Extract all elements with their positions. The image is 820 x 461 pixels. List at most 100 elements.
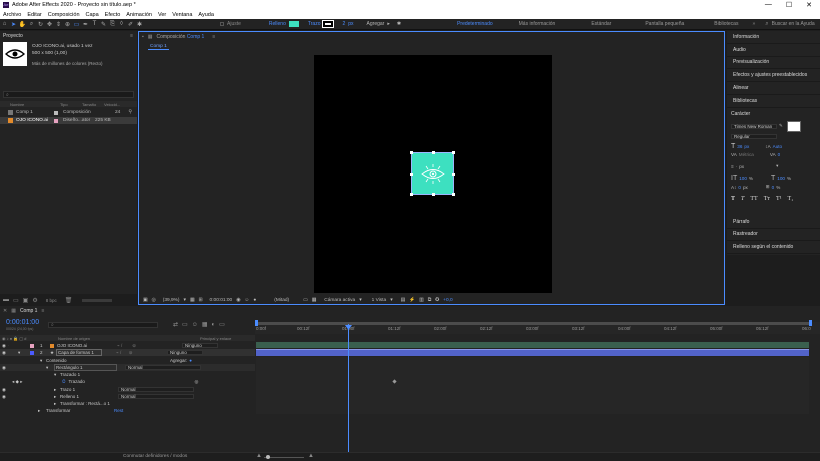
handle-mr[interactable] (452, 173, 455, 176)
zoom-in-icon[interactable]: ▲ (308, 453, 314, 459)
current-time[interactable]: 0:00:01:00 (210, 298, 233, 303)
menu-icon[interactable]: ≡ (212, 34, 215, 40)
stroke-width-value[interactable]: 2 (342, 21, 345, 27)
blend-mode-dropdown[interactable]: Normal (125, 364, 201, 371)
stroke-style-dropdown[interactable]: ▾ (776, 163, 778, 169)
prop-trazado[interactable]: ◂ ◆ ▸ ⏱ Trazado ◎ (0, 378, 255, 385)
prop-transform-rect[interactable]: ▸ Transformar : Rectá...o 1 (0, 400, 255, 407)
parent-dropdown[interactable]: Ninguno (182, 342, 218, 349)
toggle-pixel-icon[interactable]: ▤ (401, 298, 406, 303)
menu-ventana[interactable]: Ventana (169, 12, 195, 18)
shape-rectangle[interactable] (412, 153, 453, 194)
blend-mode-dropdown[interactable]: Normal (118, 386, 194, 393)
project-tab[interactable]: Proyecto ≡ (0, 31, 137, 40)
type-tool-icon[interactable]: T (90, 20, 99, 29)
work-area-bar[interactable] (257, 322, 809, 325)
timeline-search[interactable]: ⌕ (48, 322, 158, 328)
help-search-input[interactable]: Buscar en la Ayuda (772, 21, 815, 27)
handle-tc[interactable] (432, 151, 435, 154)
minimize-button[interactable]: — (765, 1, 772, 9)
layer-label-swatch[interactable] (30, 350, 34, 355)
motion-blur-icon[interactable]: ◐ (212, 322, 216, 328)
baseline-value[interactable]: 0 (738, 185, 741, 190)
layer-label-swatch[interactable] (30, 343, 34, 348)
leading-value[interactable]: Auto (773, 144, 782, 149)
maximize-button[interactable]: ☐ (786, 1, 792, 9)
puppet-tool-icon[interactable]: ✱ (135, 20, 144, 29)
reset-exposure-icon[interactable]: ✪ (435, 298, 439, 303)
transparency-grid-icon[interactable]: ▦ (312, 298, 317, 303)
close-tab-icon[interactable]: ✕ (3, 308, 7, 314)
expand-arrow-icon[interactable]: ▾ (8, 365, 54, 371)
superscript-button[interactable]: T¹ (776, 196, 781, 202)
col-type[interactable]: Tipo (50, 102, 82, 107)
bpc-label[interactable]: 8 bpc (46, 298, 57, 303)
pen-tool-icon[interactable]: ✒ (81, 20, 90, 29)
all-caps-button[interactable]: TT (750, 196, 757, 202)
shape-layer-selection[interactable] (410, 151, 455, 196)
layer-row-2[interactable]: ◉ ▾ 2 ★ Capa de formas 1 ⌁ / ⊚ Ninguno (0, 349, 255, 356)
hand-tool-icon[interactable]: ✋ (18, 20, 27, 29)
agregar-dropdown-icon[interactable]: ▸ (387, 21, 390, 27)
font-style-dropdown[interactable]: Regular (731, 133, 777, 140)
parent-dropdown[interactable]: Ninguno (167, 349, 204, 356)
menu-composicion[interactable]: Composición (45, 12, 83, 18)
keyframe-nav-icon[interactable]: ◂ ◆ ▸ (0, 379, 62, 385)
menu-efecto[interactable]: Efecto (102, 12, 124, 18)
col-size[interactable]: Tamaño (82, 102, 104, 107)
mask-toggle-icon[interactable]: ◎ (152, 298, 156, 303)
workspace-overflow-icon[interactable]: » (752, 21, 755, 27)
interpret-footage-icon[interactable]: ▬ (3, 297, 9, 303)
layer-bar-2[interactable] (256, 349, 809, 356)
menu-archivo[interactable]: Archivo (0, 12, 24, 18)
menu-editar[interactable]: Editar (24, 12, 44, 18)
graph-editor-icon[interactable]: ▭ (219, 321, 225, 328)
panel-previsualizacion[interactable]: Previsualización (727, 57, 820, 70)
panel-rastreador[interactable]: Rastreador (727, 229, 820, 242)
expand-arrow-icon[interactable]: ▸ (0, 401, 60, 407)
kerning-dropdown[interactable]: Métrica (739, 152, 754, 157)
faux-bold-button[interactable]: T (731, 196, 735, 202)
rectangle-tool-icon[interactable]: ▭ (72, 20, 81, 29)
col-name[interactable]: Nombre (0, 102, 50, 107)
expand-arrow-icon[interactable]: ▸ (8, 394, 60, 400)
panel-efectos[interactable]: Efectos y ajustes preestablecidos (727, 69, 820, 83)
panel-informacion[interactable]: Información (727, 31, 820, 44)
layer-name[interactable]: Capa de formas 1 (56, 349, 103, 356)
clone-tool-icon[interactable]: ⎘ (108, 20, 117, 29)
vscale-value[interactable]: 100 (739, 176, 747, 181)
project-item-comp[interactable]: Comp 1 Composición 24 ⚲ (0, 109, 137, 116)
visibility-eye-icon[interactable]: ◉ (0, 394, 8, 400)
panel-relleno-contenido[interactable]: Relleno según el contenido (727, 241, 820, 255)
always-preview-icon[interactable]: ▣ (143, 298, 148, 303)
handle-ml[interactable] (410, 173, 413, 176)
prop-trazo[interactable]: ◉ ▸ Trazo 1 Normal (0, 386, 255, 393)
settings-icon[interactable]: ⚙ (32, 297, 37, 304)
visibility-eye-icon[interactable]: ◉ (0, 387, 8, 393)
small-caps-button[interactable]: Tт (764, 196, 770, 202)
font-family-dropdown[interactable]: Times New Roman (731, 123, 777, 130)
prop-relleno[interactable]: ◉ ▸ Relleno 1 Normal (0, 393, 255, 400)
handle-br[interactable] (452, 193, 455, 196)
pan-behind-tool-icon[interactable]: ⊕ (63, 20, 72, 29)
expand-arrow-icon[interactable]: ▾ (0, 372, 60, 378)
hierarchy-icon[interactable]: ⚲ (128, 110, 132, 115)
handle-bl[interactable] (410, 193, 413, 196)
star-icon[interactable]: ✱ (397, 21, 401, 27)
agregar-label[interactable]: Agregar (367, 21, 385, 27)
lock-icon[interactable]: ▪ (142, 34, 144, 40)
menu-icon[interactable]: ≡ (130, 33, 133, 39)
orbit-tool-icon[interactable]: ↻ (36, 20, 45, 29)
timeline-timecode[interactable]: 0:00:01:00 (6, 319, 39, 326)
stroke-swatch[interactable] (322, 20, 335, 28)
pickwhip-icon[interactable]: ◎ (195, 379, 199, 385)
stroke-label[interactable]: Trazo (308, 21, 321, 27)
snap-checkbox[interactable] (220, 22, 224, 26)
zoom-slider-thumb[interactable] (266, 455, 270, 459)
current-time-indicator[interactable] (348, 324, 349, 452)
expand-arrow-icon[interactable]: ▾ (8, 350, 30, 356)
comp-breadcrumb[interactable]: Comp 1 (148, 44, 169, 50)
eraser-tool-icon[interactable]: ◊ (117, 20, 126, 29)
panel-alinear[interactable]: Alinear (727, 82, 820, 95)
grid-icon[interactable]: ⊞ (199, 298, 203, 303)
